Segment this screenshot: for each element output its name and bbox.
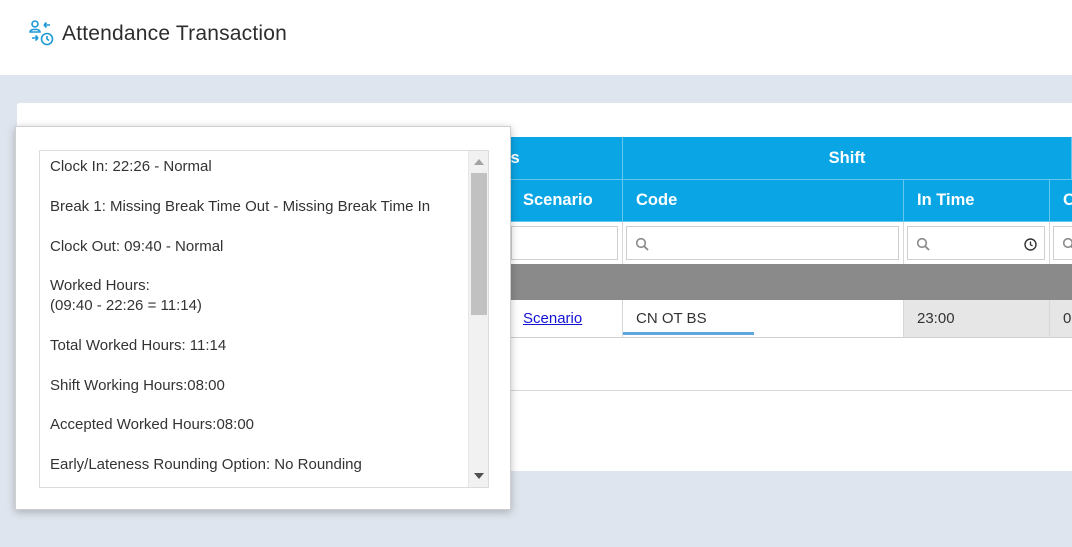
popup-scrollbar[interactable] bbox=[468, 151, 488, 487]
scroll-up-arrow-icon[interactable] bbox=[474, 159, 484, 165]
page-header: Attendance Transaction bbox=[0, 0, 1072, 75]
group-header-shift: Shift bbox=[623, 137, 1072, 180]
column-header-next[interactable]: O bbox=[1050, 180, 1072, 222]
filter-cell-code bbox=[623, 222, 904, 264]
group-header-shift-label: Shift bbox=[828, 148, 866, 167]
loading-indicator bbox=[623, 332, 754, 335]
scenario-link[interactable]: Scenario bbox=[523, 310, 582, 327]
column-header-in-time[interactable]: In Time bbox=[904, 180, 1050, 222]
attendance-details-popup: Clock In: 22:26 - Normal Break 1: Missin… bbox=[15, 126, 511, 510]
cell-in-time: 23:00 bbox=[904, 300, 1050, 338]
search-icon bbox=[635, 237, 650, 252]
next-filter-input[interactable] bbox=[1053, 226, 1072, 260]
column-header-next-label: O bbox=[1063, 191, 1072, 210]
detail-line: Clock Out: 09:40 - Normal bbox=[50, 238, 224, 255]
column-header-in-time-label: In Time bbox=[917, 191, 975, 209]
scroll-down-arrow-icon[interactable] bbox=[474, 473, 484, 479]
page-title: Attendance Transaction bbox=[62, 22, 288, 45]
column-header-code-label: Code bbox=[636, 191, 678, 209]
clock-icon[interactable] bbox=[1023, 237, 1038, 252]
detail-line: Accepted Worked Hours:08:00 bbox=[50, 416, 255, 433]
detail-line: Total Worked Hours: 11:14 bbox=[50, 337, 227, 354]
attendance-details-scrollbox[interactable]: Clock In: 22:26 - Normal Break 1: Missin… bbox=[39, 150, 489, 488]
detail-line: Break 1: Missing Break Time Out - Missin… bbox=[50, 198, 431, 215]
cell-code-value: CN OT BS bbox=[636, 310, 707, 327]
scroll-thumb[interactable] bbox=[471, 173, 487, 315]
cell-next: 0 bbox=[1050, 300, 1072, 338]
detail-line: Worked Hours: bbox=[50, 277, 150, 294]
in-time-filter-input[interactable] bbox=[907, 226, 1045, 260]
search-icon bbox=[916, 237, 931, 252]
scenario-filter-input[interactable] bbox=[511, 226, 618, 260]
attendance-transfer-icon bbox=[27, 19, 55, 47]
detail-line: Shift Working Hours:08:00 bbox=[50, 377, 225, 394]
search-icon bbox=[1062, 237, 1072, 252]
detail-line: Clock In: 22:26 - Normal bbox=[50, 158, 212, 175]
cell-next-value: 0 bbox=[1063, 310, 1072, 327]
filter-cell-in-time bbox=[904, 222, 1050, 264]
code-filter-input[interactable] bbox=[626, 226, 899, 260]
filter-cell-next bbox=[1050, 222, 1072, 264]
detail-line: (09:40 - 22:26 = 11:14) bbox=[50, 297, 202, 314]
column-header-code[interactable]: Code bbox=[623, 180, 904, 222]
detail-line: Early/Lateness Rounding Option: No Round… bbox=[50, 456, 362, 473]
cell-in-time-value: 23:00 bbox=[917, 310, 955, 327]
column-header-scenario-label: Scenario bbox=[523, 191, 593, 209]
